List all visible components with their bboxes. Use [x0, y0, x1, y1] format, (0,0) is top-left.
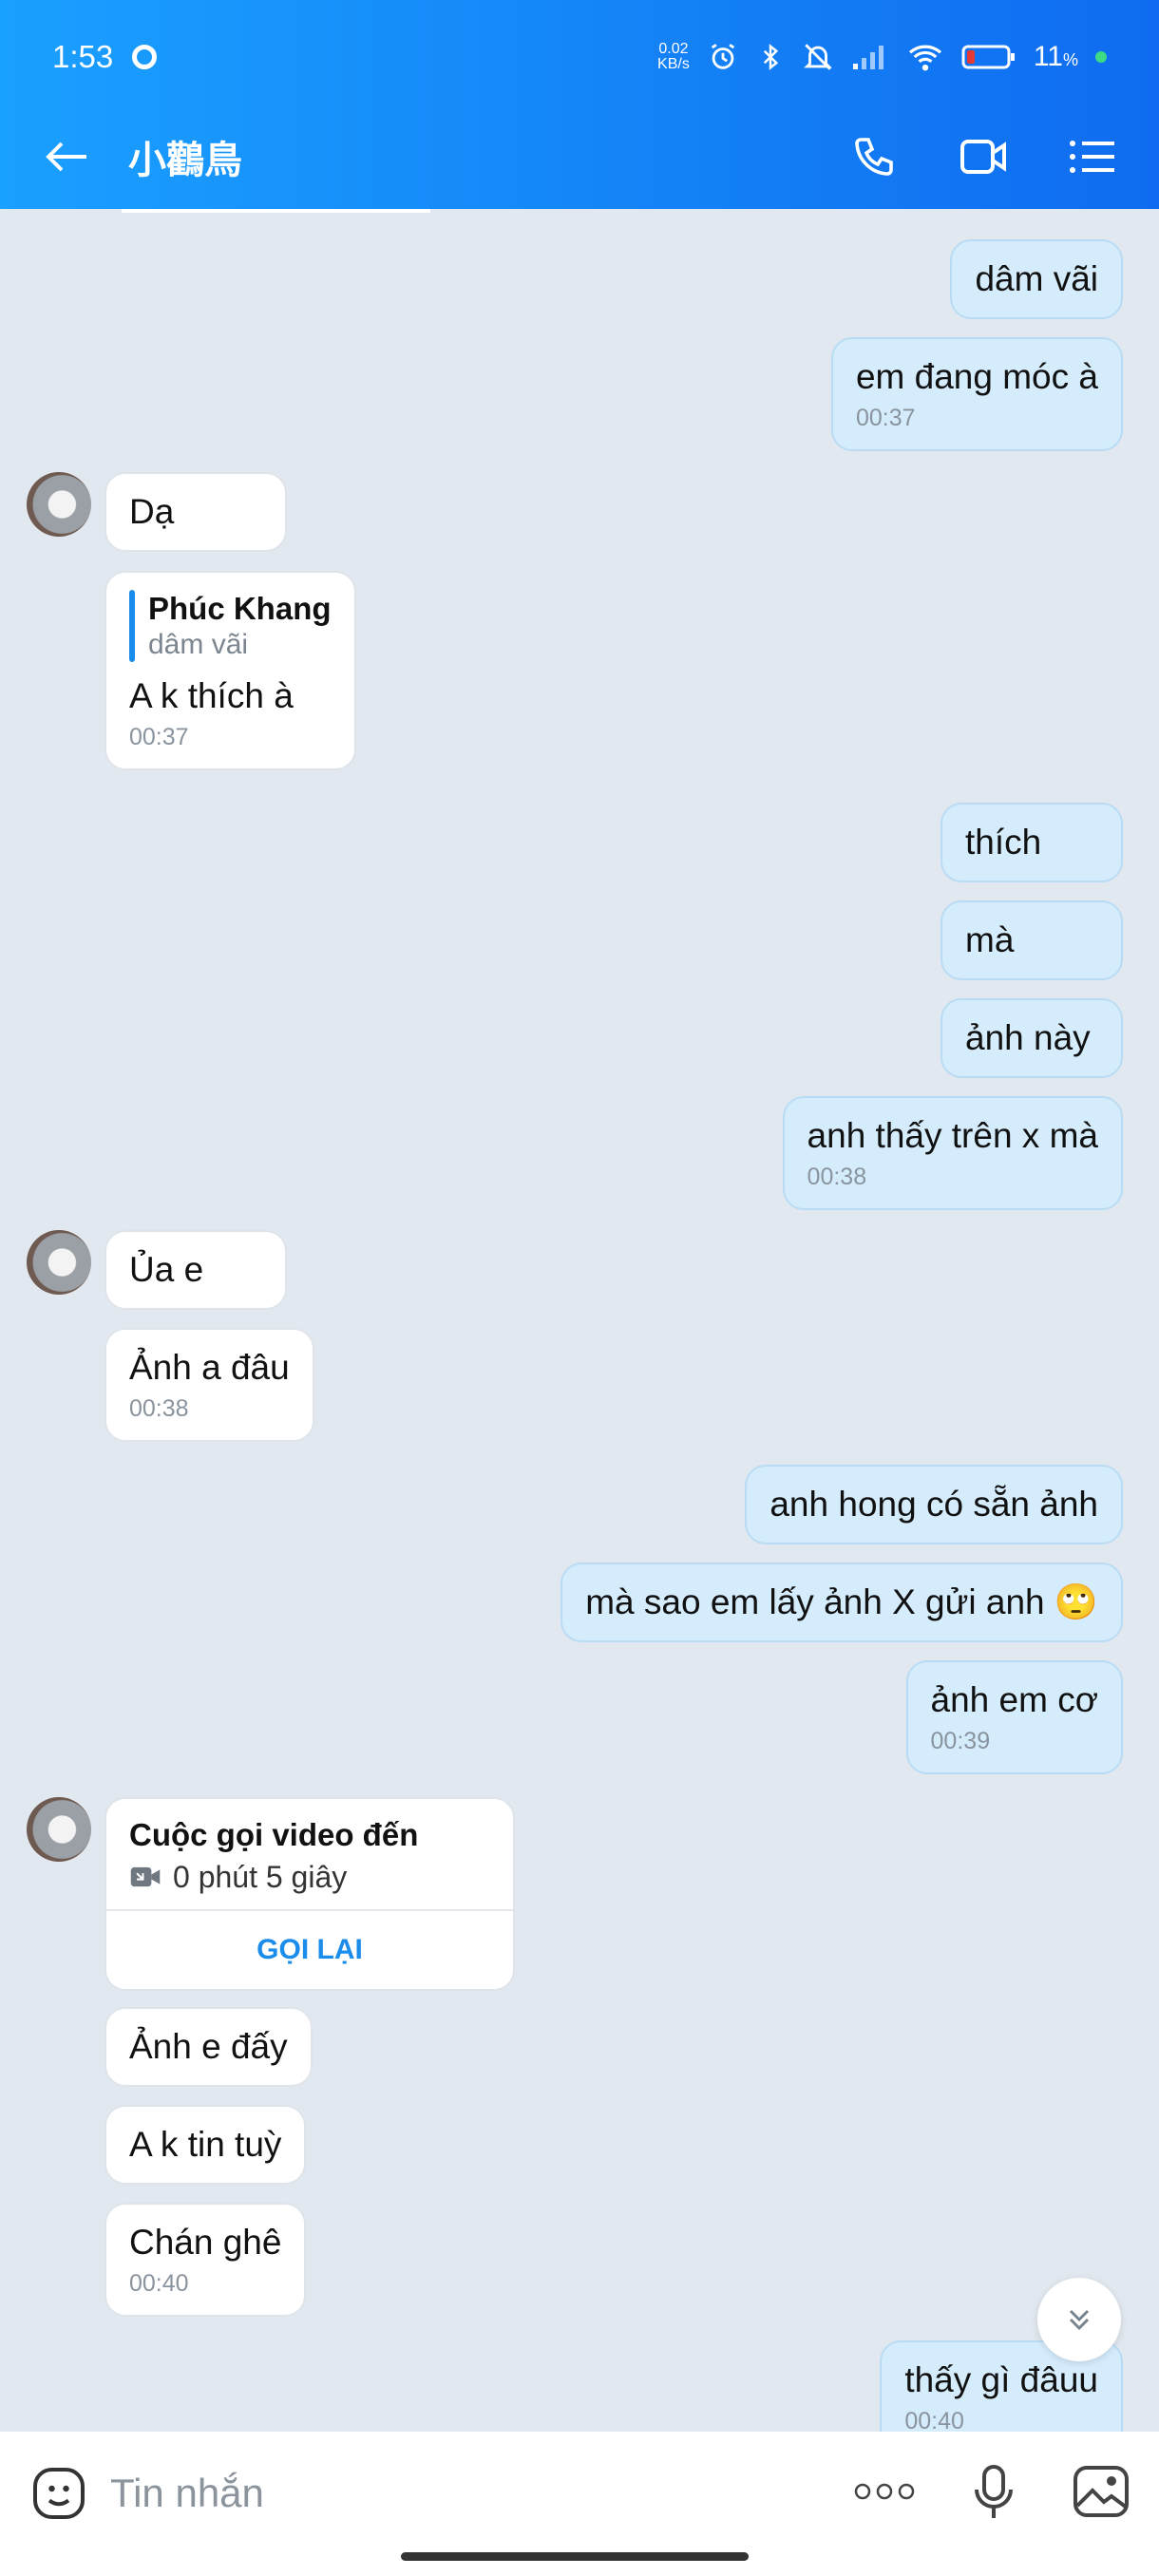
quote-bar [129, 590, 135, 662]
status-bar: 1:53 0.02 KB/s 11% [0, 28, 1159, 85]
message-time: 00:37 [855, 405, 916, 431]
incoming-message[interactable]: A k tin tuỳ [104, 2105, 307, 2185]
wifi-icon [908, 45, 941, 71]
voice-call-button[interactable] [846, 128, 902, 185]
message-time: 00:38 [807, 1164, 867, 1190]
more-options-button[interactable] [853, 2482, 916, 2506]
outgoing-message[interactable]: dâm vãi [950, 239, 1123, 319]
image-icon [1074, 2465, 1129, 2517]
battery-icon [961, 45, 1015, 69]
voice-message-button[interactable] [973, 2463, 1015, 2525]
alarm-icon [711, 44, 734, 69]
composer-bar: Tin nhắn [0, 2432, 1159, 2576]
message-list[interactable]: dâm vãi em đang móc à 00:37 Dạ Phúc Khan… [0, 209, 1159, 2432]
video-call-card: Cuộc gọi video đến 0 phút 5 giây GỌI LẠI [104, 1797, 515, 1991]
phone-icon [855, 138, 893, 176]
message-time: 00:37 [129, 724, 189, 750]
outgoing-message[interactable]: ảnh em cơ 00:39 [905, 1660, 1123, 1774]
message-input[interactable]: Tin nhắn [110, 2471, 264, 2516]
avatar[interactable] [27, 1230, 91, 1295]
status-circle-icon [132, 45, 158, 69]
video-camera-icon [130, 1866, 161, 1887]
quote-author: Phúc Khang [148, 591, 332, 626]
sticker-button[interactable] [28, 2463, 89, 2524]
chat-title[interactable]: 小鸛鳥 [128, 129, 242, 184]
incoming-message[interactable]: Ủa e [104, 1230, 287, 1310]
outgoing-message[interactable]: anh thấy trên x mà 00:38 [782, 1096, 1123, 1210]
muted-bell-icon [804, 44, 832, 70]
chat-header: 小鸛鳥 [0, 119, 1159, 195]
status-time: 1:53 [52, 39, 114, 74]
home-indicator[interactable] [401, 2552, 749, 2561]
signal-icon [852, 46, 884, 69]
call-title: Cuộc gọi video đến [129, 1817, 419, 1852]
battery-level: 11% [1033, 41, 1078, 72]
message-time: 00:40 [129, 2270, 189, 2297]
incoming-message[interactable]: Ảnh e đấy [104, 2007, 313, 2087]
incoming-message[interactable]: Chán ghê 00:40 [104, 2203, 307, 2317]
top-app-bar: 1:53 0.02 KB/s 11% 小鸛鳥 [0, 0, 1159, 209]
outgoing-message[interactable]: anh hong có sẵn ảnh [745, 1465, 1123, 1544]
microphone-icon [975, 2464, 1013, 2518]
emoji-icon [33, 2468, 85, 2519]
avatar[interactable] [27, 1797, 91, 1862]
call-duration: 0 phút 5 giây [173, 1860, 348, 1894]
call-back-button[interactable]: GỌI LẠI [106, 1909, 513, 1989]
back-button[interactable] [38, 128, 95, 185]
scroll-to-bottom-button[interactable] [1037, 2278, 1121, 2361]
incoming-message[interactable]: Ảnh a đâu 00:38 [104, 1328, 314, 1442]
message-time: 00:40 [904, 2408, 964, 2432]
incoming-message[interactable]: Dạ [104, 472, 287, 552]
incoming-reply-message[interactable]: Phúc Khang dâm vãi A k thích à 00:37 [104, 571, 356, 770]
network-speed: 0.02 KB/s [657, 41, 690, 72]
video-call-button[interactable] [955, 128, 1012, 185]
gallery-button[interactable] [1072, 2464, 1130, 2524]
arrow-left-icon [46, 142, 86, 172]
list-menu-icon [1070, 141, 1114, 173]
outgoing-message[interactable]: em đang móc à 00:37 [830, 337, 1123, 451]
outgoing-message[interactable]: ảnh này [940, 998, 1123, 1078]
more-dots-icon [854, 2483, 915, 2499]
outgoing-message[interactable]: mà [940, 900, 1123, 980]
charging-dot-icon [1095, 51, 1107, 63]
bluetooth-icon [763, 44, 778, 70]
quoted-message[interactable]: Phúc Khang dâm vãi [129, 590, 332, 662]
message-time: 00:39 [930, 1728, 991, 1754]
scroll-edge-line [122, 209, 430, 213]
quote-text: dâm vãi [148, 629, 249, 660]
avatar[interactable] [27, 472, 91, 537]
double-chevron-down-icon [1069, 2309, 1090, 2331]
video-camera-icon [960, 140, 1006, 174]
menu-button[interactable] [1064, 128, 1121, 185]
outgoing-message[interactable]: mà sao em lấy ảnh X gửi anh 🙄 [560, 1563, 1123, 1642]
message-time: 00:38 [129, 1395, 189, 1422]
outgoing-message[interactable]: thích [940, 803, 1123, 882]
